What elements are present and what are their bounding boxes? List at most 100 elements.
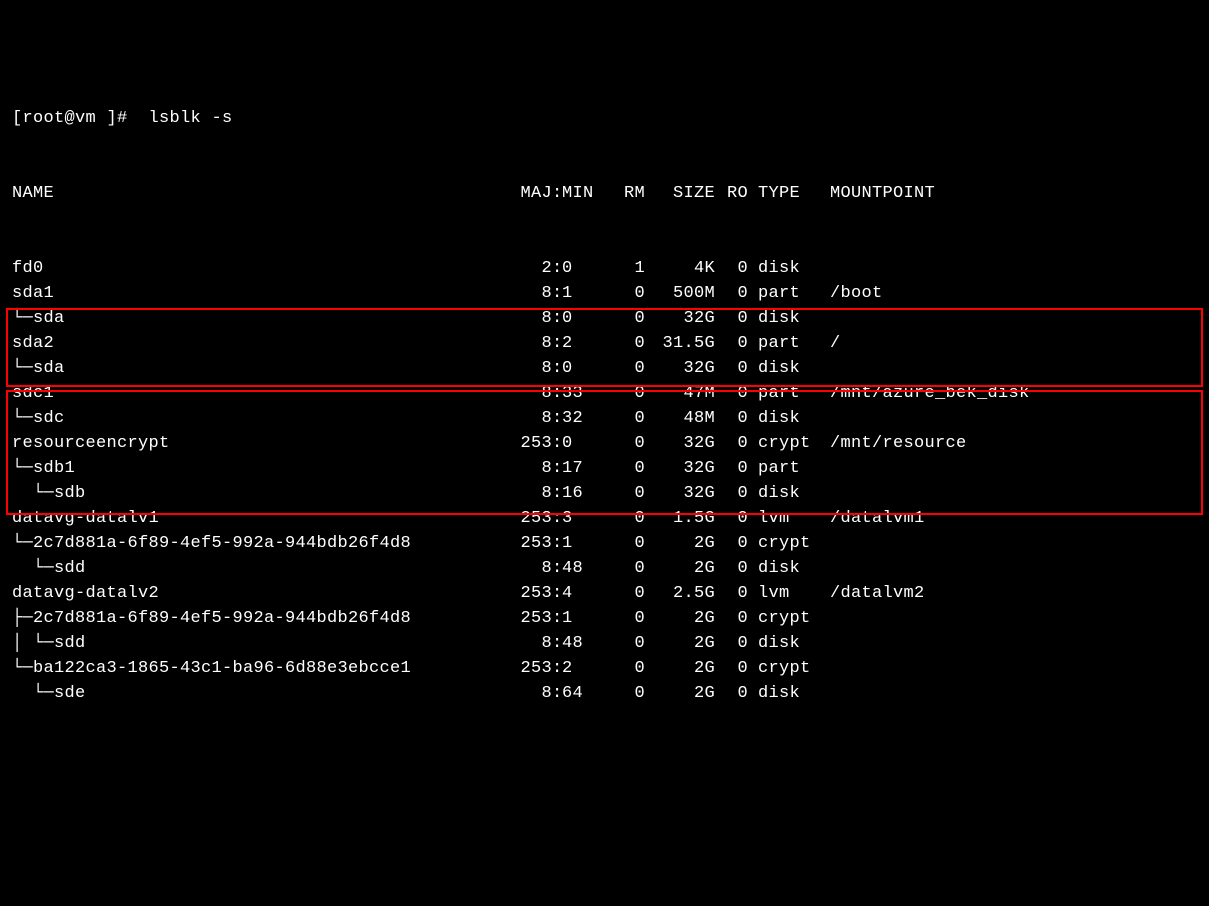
cell-min: 32	[562, 406, 595, 431]
cell-ro: 0	[715, 431, 748, 456]
col-mountpoint: MOUNTPOINT	[818, 181, 935, 206]
cell-name: └─sdc	[12, 406, 507, 431]
table-row: └─sdb18:17032G0part	[12, 456, 1197, 481]
cell-name: resourceencrypt	[12, 431, 507, 456]
cell-ro: 0	[715, 506, 748, 531]
cell-size: 32G	[645, 356, 715, 381]
cell-size: 2G	[645, 606, 715, 631]
cell-maj: 8	[507, 456, 552, 481]
cell-name: └─2c7d881a-6f89-4ef5-992a-944bdb26f4d8	[12, 531, 507, 556]
cell-ro: 0	[715, 581, 748, 606]
cell-size: 32G	[645, 431, 715, 456]
cell-min: 2	[562, 331, 595, 356]
cell-size: 32G	[645, 456, 715, 481]
table-row: sdc18:33047M0part/mnt/azure_bek_disk	[12, 381, 1197, 406]
cell-rm: 0	[595, 506, 645, 531]
cell-size: 32G	[645, 481, 715, 506]
table-row: datavg-datalv1253:301.5G0lvm/datalvm1	[12, 506, 1197, 531]
cell-type: crypt	[748, 531, 818, 556]
cell-sep: :	[552, 381, 562, 406]
col-min: MIN	[562, 181, 595, 206]
cell-maj: 8	[507, 331, 552, 356]
cell-size: 2G	[645, 631, 715, 656]
cell-name: sda1	[12, 281, 507, 306]
cell-rm: 1	[595, 256, 645, 281]
cell-type: part	[748, 381, 818, 406]
cell-rm: 0	[595, 406, 645, 431]
cell-maj: 253	[507, 656, 552, 681]
cell-type: crypt	[748, 656, 818, 681]
table-row: sda18:10500M0part/boot	[12, 281, 1197, 306]
cell-rm: 0	[595, 581, 645, 606]
cell-maj: 253	[507, 581, 552, 606]
cell-rm: 0	[595, 456, 645, 481]
cell-min: 0	[562, 306, 595, 331]
cell-type: part	[748, 456, 818, 481]
cell-type: disk	[748, 631, 818, 656]
cell-sep: :	[552, 306, 562, 331]
cell-type: disk	[748, 406, 818, 431]
cell-name: │ └─sdd	[12, 631, 507, 656]
cell-maj: 253	[507, 431, 552, 456]
cell-size: 4K	[645, 256, 715, 281]
cell-mountpoint: /mnt/resource	[818, 431, 967, 456]
cell-maj: 8	[507, 631, 552, 656]
col-sep: :	[552, 181, 562, 206]
cell-maj: 253	[507, 531, 552, 556]
cell-sep: :	[552, 531, 562, 556]
cell-ro: 0	[715, 331, 748, 356]
cell-maj: 253	[507, 606, 552, 631]
cell-size: 32G	[645, 306, 715, 331]
cell-maj: 2	[507, 256, 552, 281]
cell-min: 16	[562, 481, 595, 506]
cell-type: lvm	[748, 581, 818, 606]
cell-sep: :	[552, 281, 562, 306]
cell-min: 64	[562, 681, 595, 706]
cell-mountpoint: /	[818, 331, 841, 356]
table-row: resourceencrypt253:0032G0crypt/mnt/resou…	[12, 431, 1197, 456]
cell-ro: 0	[715, 356, 748, 381]
cell-rm: 0	[595, 631, 645, 656]
cell-rm: 0	[595, 681, 645, 706]
cell-sep: :	[552, 256, 562, 281]
cell-name: └─sda	[12, 306, 507, 331]
table-row: fd02:014K0disk	[12, 256, 1197, 281]
cell-name: sdc1	[12, 381, 507, 406]
table-row: ├─2c7d881a-6f89-4ef5-992a-944bdb26f4d825…	[12, 606, 1197, 631]
cell-min: 1	[562, 281, 595, 306]
cell-min: 4	[562, 581, 595, 606]
col-rm: RM	[595, 181, 645, 206]
cell-maj: 253	[507, 506, 552, 531]
cell-rm: 0	[595, 531, 645, 556]
cell-sep: :	[552, 356, 562, 381]
cell-mountpoint: /boot	[818, 281, 883, 306]
cell-sep: :	[552, 681, 562, 706]
cell-rm: 0	[595, 656, 645, 681]
cell-min: 1	[562, 606, 595, 631]
cell-size: 1.5G	[645, 506, 715, 531]
cell-type: part	[748, 331, 818, 356]
cell-rm: 0	[595, 481, 645, 506]
cell-maj: 8	[507, 481, 552, 506]
table-body: fd02:014K0disksda18:10500M0part/boot└─sd…	[12, 256, 1197, 706]
cell-min: 33	[562, 381, 595, 406]
cell-type: crypt	[748, 606, 818, 631]
col-type: TYPE	[748, 181, 818, 206]
table-row: └─sda8:0032G0disk	[12, 306, 1197, 331]
cell-type: crypt	[748, 431, 818, 456]
cell-name: └─ba122ca3-1865-43c1-ba96-6d88e3ebcce1	[12, 656, 507, 681]
cell-ro: 0	[715, 556, 748, 581]
cell-name: └─sdd	[12, 556, 507, 581]
col-name: NAME	[12, 181, 507, 206]
cell-maj: 8	[507, 306, 552, 331]
cell-min: 48	[562, 631, 595, 656]
cell-type: disk	[748, 256, 818, 281]
cell-rm: 0	[595, 556, 645, 581]
cell-rm: 0	[595, 331, 645, 356]
cell-sep: :	[552, 631, 562, 656]
cell-ro: 0	[715, 531, 748, 556]
cell-min: 1	[562, 531, 595, 556]
cell-ro: 0	[715, 281, 748, 306]
table-header: NAMEMAJ:MINRMSIZEROTYPEMOUNTPOINT	[12, 181, 1197, 206]
cell-ro: 0	[715, 631, 748, 656]
